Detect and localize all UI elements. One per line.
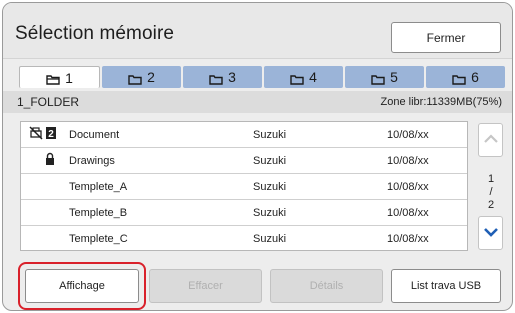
list-item[interactable]: Templete_A Suzuki 10/08/xx — [21, 174, 467, 200]
file-list: 2 Document Suzuki 10/08/xx Drawings Suzu… — [20, 121, 468, 251]
current-folder-name: 1_FOLDER — [17, 95, 80, 109]
display-button[interactable]: Affichage — [25, 269, 139, 303]
page-total: 2 — [487, 199, 495, 211]
item-status-icons: 2 — [29, 126, 57, 143]
tab-folder-4[interactable]: 4 — [264, 66, 343, 88]
folder-tabs: 1 2 3 4 5 6 — [19, 66, 505, 88]
tab-folder-5[interactable]: 5 — [345, 66, 424, 88]
lock-icon — [45, 152, 55, 169]
chevron-down-icon — [483, 224, 499, 242]
tab-folder-2[interactable]: 2 — [102, 66, 181, 88]
tab-label: 5 — [390, 69, 398, 85]
item-date: 10/08/xx — [387, 129, 429, 141]
tab-label: 4 — [309, 69, 317, 85]
item-owner: Suzuki — [253, 181, 287, 193]
list-item[interactable]: Drawings Suzuki 10/08/xx — [21, 148, 467, 174]
tab-label: 6 — [471, 69, 479, 85]
folder-info-bar: 1_FOLDER Zone libr:11339MB(75%) — [3, 91, 512, 113]
scroll-down-button[interactable] — [478, 216, 503, 250]
tab-label: 2 — [147, 69, 155, 85]
tab-folder-3[interactable]: 3 — [183, 66, 262, 88]
details-button[interactable]: Détails — [270, 269, 383, 303]
item-name: Document — [69, 129, 120, 141]
item-date: 10/08/xx — [387, 233, 429, 245]
folder-icon — [452, 72, 467, 85]
page-current: 1 — [487, 173, 495, 185]
folder-open-icon — [46, 72, 61, 85]
item-date: 10/08/xx — [387, 181, 429, 193]
tab-label: 3 — [228, 69, 236, 85]
svg-text:2: 2 — [48, 129, 54, 140]
folder-icon — [128, 72, 143, 85]
item-name: Templete_B — [69, 207, 128, 219]
delete-button[interactable]: Effacer — [149, 269, 262, 303]
item-status-icons — [45, 152, 55, 169]
item-owner: Suzuki — [253, 129, 287, 141]
usb-job-list-button[interactable]: List trava USB — [391, 269, 501, 303]
item-name: Drawings — [69, 155, 115, 167]
item-name: Templete_C — [69, 233, 128, 245]
list-item[interactable]: 2 Document Suzuki 10/08/xx — [21, 122, 467, 148]
item-owner: Suzuki — [253, 207, 287, 219]
folder-icon — [209, 72, 224, 85]
print-disabled-icon — [29, 126, 43, 143]
page-indicator: 1 / 2 — [479, 173, 503, 212]
item-owner: Suzuki — [253, 233, 287, 245]
memory-selection-dialog: Sélection mémoire Fermer 1 2 3 4 5 6 1_F… — [2, 2, 513, 311]
item-date: 10/08/xx — [387, 155, 429, 167]
item-owner: Suzuki — [253, 155, 287, 167]
chevron-up-icon — [483, 131, 499, 149]
dialog-header: Sélection mémoire Fermer — [3, 3, 512, 59]
item-name: Templete_A — [69, 181, 128, 193]
tab-folder-1[interactable]: 1 — [19, 66, 100, 88]
list-item[interactable]: Templete_C Suzuki 10/08/xx — [21, 226, 467, 252]
folder-icon — [290, 72, 305, 85]
page-separator: / — [489, 186, 493, 198]
dialog-title: Sélection mémoire — [15, 23, 175, 44]
close-button[interactable]: Fermer — [391, 22, 501, 53]
folder-icon — [371, 72, 386, 85]
scroll-up-button[interactable] — [478, 123, 503, 157]
document-mark-icon: 2 — [45, 126, 57, 143]
item-date: 10/08/xx — [387, 207, 429, 219]
tab-label: 1 — [65, 69, 73, 86]
list-item[interactable]: Templete_B Suzuki 10/08/xx — [21, 200, 467, 226]
free-space-indicator: Zone libr:11339MB(75%) — [380, 96, 502, 108]
tab-folder-6[interactable]: 6 — [426, 66, 505, 88]
